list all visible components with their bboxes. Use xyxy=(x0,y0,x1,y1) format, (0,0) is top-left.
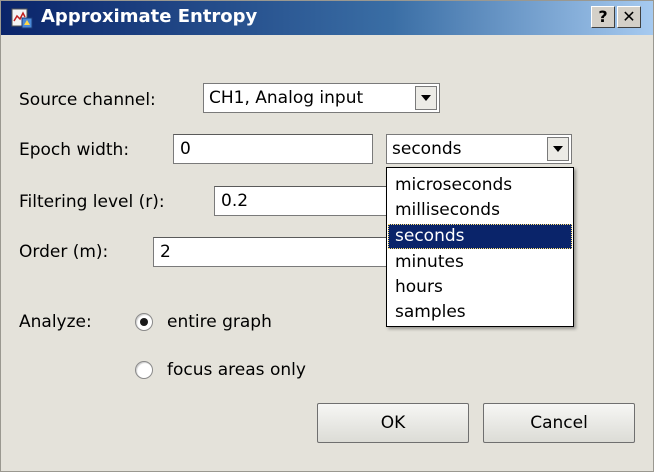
source-channel-select[interactable]: CH1, Analog input xyxy=(203,83,440,113)
unit-option-hours[interactable]: hours xyxy=(388,275,572,300)
window-title: Approximate Entropy xyxy=(41,6,258,27)
epoch-unit-dropdown-list: microseconds milliseconds seconds minute… xyxy=(386,167,574,327)
unit-option-milliseconds[interactable]: milliseconds xyxy=(388,198,572,223)
chevron-down-icon xyxy=(421,95,431,101)
app-icon xyxy=(11,8,33,29)
cancel-button[interactable]: Cancel xyxy=(483,403,635,443)
ok-button[interactable]: OK xyxy=(317,403,469,443)
close-button[interactable]: ✕ xyxy=(617,6,641,28)
epoch-unit-dropdown-button[interactable] xyxy=(547,137,569,161)
source-channel-label: Source channel: xyxy=(19,90,156,110)
focus-areas-only-label[interactable]: focus areas only xyxy=(167,360,306,380)
unit-option-microseconds[interactable]: microseconds xyxy=(388,173,572,198)
source-channel-dropdown-button[interactable] xyxy=(415,86,437,110)
filtering-level-label: Filtering level (r): xyxy=(19,192,165,212)
epoch-width-input[interactable]: 0 xyxy=(173,134,373,164)
approximate-entropy-dialog: Approximate Entropy ? ✕ Source channel: … xyxy=(0,0,654,472)
epoch-unit-select[interactable]: seconds xyxy=(386,134,572,164)
analyze-label: Analyze: xyxy=(19,312,92,332)
unit-option-minutes[interactable]: minutes xyxy=(388,250,572,275)
entire-graph-radio[interactable] xyxy=(135,313,153,331)
help-button[interactable]: ? xyxy=(591,6,615,28)
epoch-width-label: Epoch width: xyxy=(19,140,130,160)
filtering-level-input[interactable]: 0.2 xyxy=(214,186,389,216)
radio-selected-dot xyxy=(140,318,148,326)
title-bar[interactable]: Approximate Entropy ? ✕ xyxy=(1,1,653,35)
entire-graph-label[interactable]: entire graph xyxy=(167,312,272,332)
unit-option-seconds[interactable]: seconds xyxy=(388,224,572,249)
chevron-down-icon xyxy=(553,146,563,152)
focus-areas-only-radio[interactable] xyxy=(135,361,153,379)
unit-option-samples[interactable]: samples xyxy=(388,300,572,325)
order-label: Order (m): xyxy=(19,242,109,262)
order-input[interactable]: 2 xyxy=(153,237,389,267)
epoch-unit-value: seconds xyxy=(392,139,462,159)
source-channel-value: CH1, Analog input xyxy=(209,88,364,108)
